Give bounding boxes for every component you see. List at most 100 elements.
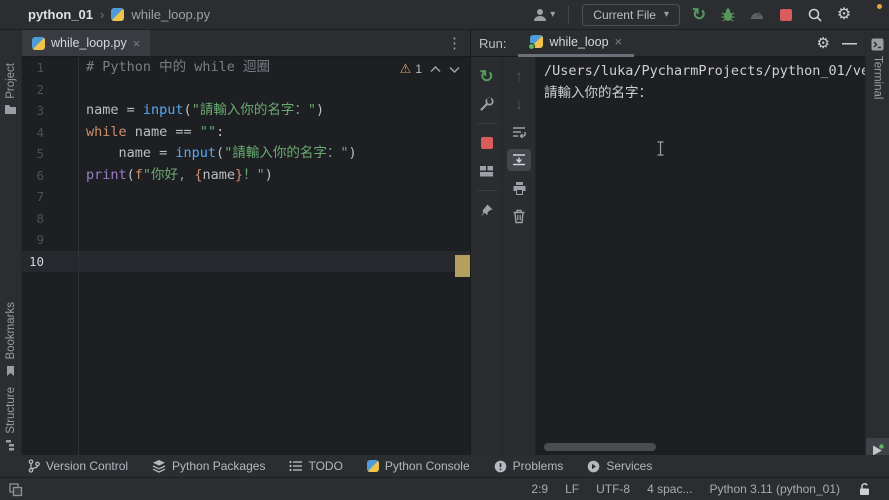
debug-button[interactable] (718, 5, 738, 25)
stacked-windows-icon (9, 482, 23, 496)
account-menu[interactable]: ▾ (532, 7, 555, 23)
rerun-button[interactable]: ↻ (475, 65, 499, 87)
plugin-logo-button[interactable] (863, 3, 882, 24)
code-line-9[interactable]: 9 (22, 229, 470, 251)
close-icon[interactable]: × (133, 36, 141, 51)
python-file-icon (111, 8, 125, 21)
code-line-7[interactable]: 7 (22, 186, 470, 208)
toolwindow-button-todo[interactable]: TODO (289, 459, 343, 473)
unlock-icon[interactable] (857, 482, 871, 496)
editor-tab-label: while_loop.py (51, 36, 127, 50)
toolwindow-button-python-packages[interactable]: Python Packages (152, 459, 265, 473)
restore-layout-button[interactable] (475, 160, 499, 182)
print-button[interactable] (507, 177, 531, 199)
stop-button[interactable] (776, 5, 796, 25)
code-line-10[interactable]: 10 (22, 250, 470, 273)
stop-process-button[interactable] (475, 132, 499, 154)
code-editor[interactable]: 1 # Python 中的 while 迴圈 2 3 name = input("請輸入… (22, 57, 470, 455)
stop-icon (780, 8, 792, 21)
pycharm-window: python_01 › while_loop.py ▾ Current File… (0, 0, 889, 500)
toolwindow-button-version-control[interactable]: Version Control (28, 459, 128, 473)
arrow-down-icon: ↓ (515, 95, 523, 113)
file-encoding[interactable]: UTF-8 (596, 482, 630, 496)
scroll-to-end-button[interactable] (507, 149, 531, 171)
toolwindow-button-structure[interactable]: Structure (0, 387, 21, 451)
code-line-2[interactable]: 2 (22, 79, 470, 101)
toolwindow-label: Terminal (871, 56, 884, 100)
toolwindow-button-services[interactable]: Services (587, 459, 652, 473)
line-number[interactable]: 10 (22, 251, 78, 273)
up-stacktrace-button[interactable]: ↑ (507, 65, 531, 87)
code-line-4[interactable]: 4 while name == "": (22, 122, 470, 144)
python-run-icon (528, 35, 544, 50)
toolwindow-button-project[interactable]: Project (0, 63, 21, 115)
services-icon (588, 460, 600, 472)
python-file-icon (32, 36, 45, 50)
run-tab-while-loop[interactable]: while_loop × (518, 30, 635, 57)
console-line: /Users/luka/PycharmProjects/python_01/ve (544, 63, 865, 79)
line-number[interactable]: 6 (22, 165, 78, 187)
wrench-icon (479, 97, 494, 111)
trash-icon (513, 209, 525, 223)
horizontal-scrollbar-thumb[interactable] (544, 443, 656, 451)
line-number[interactable]: 4 (22, 122, 78, 144)
line-number[interactable]: 1 (22, 57, 78, 79)
search-everywhere-button[interactable] (805, 5, 825, 25)
line-number[interactable]: 2 (22, 79, 78, 101)
running-dot (528, 43, 536, 50)
run-button[interactable]: ↻ (689, 5, 709, 25)
caret-position[interactable]: 2:9 (531, 482, 548, 496)
code-line-6[interactable]: 6 print(f"你好, {name}！") (22, 165, 470, 187)
code-rows: 1 # Python 中的 while 迴圈 2 3 name = input("請輸入… (22, 57, 470, 272)
toolwindow-label: Bookmarks (4, 302, 17, 360)
line-number[interactable]: 3 (22, 100, 78, 122)
line-number[interactable]: 9 (22, 229, 78, 251)
profiler-button[interactable] (747, 5, 767, 25)
code-line-5[interactable]: 5 name = input("請輸入你的名字：") (22, 143, 470, 165)
toolwindow-button-terminal[interactable]: Terminal (866, 38, 889, 99)
status-bar: 2:9 LF UTF-8 4 spac... Python 3.11 (pyth… (0, 478, 889, 500)
toolbar-separator (476, 123, 497, 124)
settings-button[interactable]: ⚙ (834, 5, 854, 25)
next-problem-chevron-down-icon[interactable] (449, 66, 460, 73)
soft-wrap-button[interactable] (507, 121, 531, 143)
toolwindow-button-problems[interactable]: Problems (494, 459, 564, 473)
pin-tab-button[interactable] (475, 199, 499, 221)
breadcrumb-project[interactable]: python_01 (28, 7, 93, 22)
bug-icon (721, 8, 735, 21)
text-cursor-ibeam (657, 141, 664, 156)
line-ending[interactable]: LF (565, 482, 579, 496)
run-settings-gear-icon[interactable]: ⚙ (817, 36, 830, 51)
toolwindow-button-bookmarks[interactable]: Bookmarks (0, 302, 21, 377)
prev-problem-chevron-up-icon[interactable] (430, 65, 441, 73)
edit-run-config-button[interactable] (475, 93, 499, 115)
toolwindow-switcher-button[interactable] (0, 482, 23, 497)
line-number[interactable]: 5 (22, 143, 78, 165)
code-text: name = input("請輸入你的名字：") (86, 102, 325, 118)
indent-setting[interactable]: 4 spac... (647, 482, 692, 496)
profiler-icon (751, 11, 763, 19)
editor-tab-while-loop[interactable]: while_loop.py × (22, 30, 151, 56)
code-line-8[interactable]: 8 (22, 208, 470, 230)
hide-toolwindow-minus-icon[interactable]: — (842, 35, 857, 52)
run-body: ↻ ↑ ↓ /Users/luka/PycharmProjects/python… (471, 57, 865, 455)
clear-console-button[interactable] (507, 205, 531, 227)
down-stacktrace-button[interactable]: ↓ (507, 93, 531, 115)
titlebar-actions: ▾ Current File ▾ ↻ ⚙ (532, 3, 889, 26)
arrow-up-icon: ↑ (515, 67, 523, 85)
line-number[interactable]: 7 (22, 186, 78, 208)
close-icon[interactable]: × (615, 34, 623, 49)
packages-icon (152, 460, 166, 473)
scrollbar-warning-mark[interactable] (455, 255, 470, 277)
toolwindow-label: Problems (512, 459, 564, 473)
code-line-3[interactable]: 3 name = input("請輸入你的名字：") (22, 100, 470, 122)
run-console[interactable]: /Users/luka/PycharmProjects/python_01/ve… (536, 57, 865, 455)
line-number[interactable]: 8 (22, 208, 78, 230)
tab-options-kebab-icon[interactable]: ⋮ (447, 34, 462, 52)
run-config-selector[interactable]: Current File ▾ (582, 3, 680, 26)
breadcrumb-file[interactable]: while_loop.py (131, 7, 210, 22)
python-interpreter[interactable]: Python 3.11 (python_01) (709, 482, 840, 496)
warning-count[interactable]: 1 (415, 62, 422, 76)
toolwindow-button-python-console[interactable]: Python Console (366, 459, 470, 473)
gear-icon: ⚙ (836, 5, 852, 23)
